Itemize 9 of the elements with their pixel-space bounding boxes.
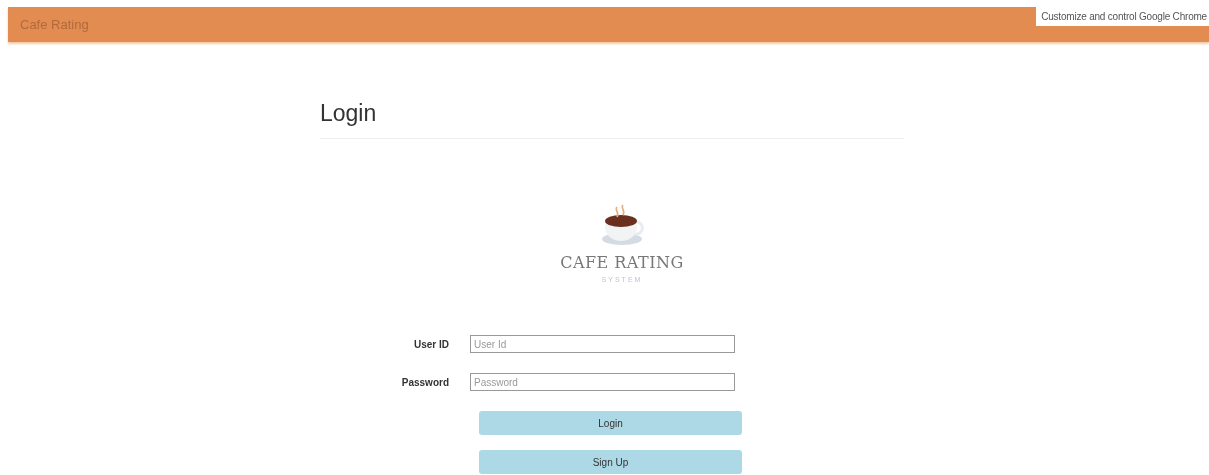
login-button[interactable]: Login xyxy=(479,411,742,435)
logo-text: CAFE RATING xyxy=(560,253,684,272)
field-label: User ID xyxy=(413,338,449,350)
page-title: Login xyxy=(320,99,378,128)
user-id-field[interactable]: User Id xyxy=(470,335,735,353)
password-field[interactable]: Password xyxy=(470,373,735,391)
tooltip: Customize and control Google Chrome xyxy=(1036,7,1209,26)
field-label: Password xyxy=(400,376,449,388)
sign-up-button[interactable]: Sign Up xyxy=(479,450,742,474)
